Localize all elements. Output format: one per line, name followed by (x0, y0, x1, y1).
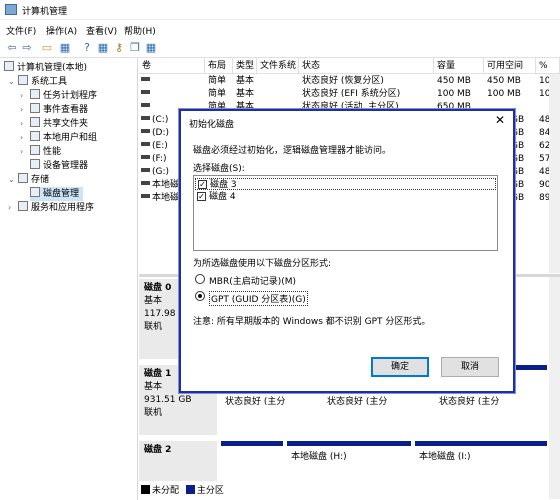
computer-management-icon (5, 4, 17, 15)
help-icon[interactable]: ? (80, 41, 94, 55)
chevron-right-icon[interactable]: › (20, 89, 28, 103)
menu-action[interactable]: 操作(A) (46, 24, 77, 37)
shared-folder-icon (30, 117, 40, 127)
chevron-right-icon[interactable]: › (20, 131, 28, 145)
tree-item-shared-folders[interactable]: › 共享文件夹 (20, 117, 88, 131)
disk-2-partition-i[interactable]: 本地磁盘 (I:) (415, 441, 547, 471)
device-manager-icon (30, 159, 40, 169)
gpt-compat-note: 注意: 所有早期版本的 Windows 都不识别 GPT 分区形式。 (193, 317, 431, 327)
volume-icon (141, 116, 150, 120)
primary-partition-swatch (185, 485, 195, 494)
tree-item-local-users-groups[interactable]: › 本地用户和组 (20, 131, 97, 145)
legend: 未分配 主分区 (141, 483, 224, 496)
menu-bar: 文件(F) 操作(A) 查看(V) 帮助(H) (0, 20, 560, 38)
chevron-down-icon[interactable]: ⌄ (8, 173, 16, 187)
forward-arrow-icon[interactable]: ⇨ (20, 41, 34, 55)
users-icon (30, 131, 40, 141)
mbr-radio[interactable] (195, 274, 205, 284)
gpt-radio[interactable] (195, 291, 205, 301)
menu-help[interactable]: 帮助(H) (124, 24, 156, 37)
computer-icon (4, 61, 14, 71)
copy-icon[interactable]: ❐ (128, 41, 142, 55)
column-header-percent[interactable]: % (536, 58, 560, 74)
tree-item-system-tools[interactable]: ⌄ 系统工具 (8, 75, 67, 89)
column-header-filesystem[interactable]: 文件系统 (257, 58, 299, 74)
chevron-right-icon[interactable]: › (20, 103, 28, 117)
disk-list-item-3[interactable]: ✓ 磁盘 3 (195, 178, 496, 190)
volume-icon (141, 181, 150, 185)
grid-icon[interactable]: ▦ (96, 41, 110, 55)
volume-icon (141, 155, 150, 159)
table-row[interactable]: 简单 基本 状态良好 (EFI 系统分区) 100 MB 100 MB 10 (139, 88, 560, 101)
column-header-volume[interactable]: 卷 (139, 58, 205, 74)
volume-icon (141, 129, 150, 133)
chevron-right-icon[interactable]: › (20, 117, 28, 131)
key-icon[interactable]: ⚷ (112, 41, 126, 55)
close-icon[interactable]: ✕ (493, 113, 507, 127)
column-header-type[interactable]: 类型 (233, 58, 257, 74)
grid-icon[interactable]: ▦ (144, 41, 158, 55)
gpt-option-label[interactable]: GPT (GUID 分区表)(G) (209, 291, 308, 306)
column-header-status[interactable]: 状态 (299, 58, 434, 74)
volume-icon (141, 103, 150, 107)
back-arrow-icon[interactable]: ⇦ (5, 41, 19, 55)
tree-item-performance[interactable]: › 性能 (20, 145, 61, 159)
event-log-icon (30, 103, 40, 113)
dialog-intro: 磁盘必须经过初始化，逻辑磁盘管理器才能访问。 (193, 146, 392, 156)
storage-icon (18, 173, 28, 183)
grid-icon[interactable]: ▦ (58, 41, 72, 55)
table-row[interactable]: 简单 基本 状态良好 (恢复分区) 450 MB 450 MB 10 (139, 75, 560, 88)
volume-list-scrollbar[interactable] (549, 74, 560, 273)
tree-item-storage[interactable]: ⌄ 存储 (8, 173, 49, 187)
title-bar: 计算机管理 (0, 0, 560, 20)
ok-button[interactable]: 确定 (371, 357, 429, 377)
tree-item-event-viewer[interactable]: › 事件查看器 (20, 103, 88, 117)
menu-file[interactable]: 文件(F) (6, 24, 36, 37)
disk-2-partition-h[interactable]: 本地磁盘 (H:) (287, 441, 411, 471)
volume-icon (141, 77, 150, 81)
initialize-disk-dialog: 初始化磁盘 ✕ 磁盘必须经过初始化，逻辑磁盘管理器才能访问。 选择磁盘(S): … (179, 109, 515, 393)
chevron-right-icon[interactable]: › (20, 145, 28, 159)
volume-icon (141, 194, 150, 198)
tree-item-task-scheduler[interactable]: › 任务计划程序 (20, 89, 97, 103)
disk-2-partition-1[interactable] (221, 441, 283, 471)
cancel-button[interactable]: 取消 (441, 357, 499, 377)
disk-2-label[interactable]: 磁盘 2 (139, 441, 217, 481)
toolbar: ⇦ ⇨ ▭ ▦ ? ▦ ⚷ ❐ ▦ (0, 38, 560, 58)
menu-view[interactable]: 查看(V) (86, 24, 117, 37)
tree-item-computer-management[interactable]: 计算机管理(本地) (4, 61, 87, 75)
volume-icon (141, 90, 150, 94)
column-header-layout[interactable]: 布局 (205, 58, 233, 74)
dialog-title: 初始化磁盘 (189, 120, 235, 130)
disk-3-checkbox[interactable]: ✓ (198, 180, 207, 189)
volume-icon (141, 168, 150, 172)
volume-icon (141, 142, 150, 146)
services-icon (18, 201, 28, 211)
tree-item-services-applications[interactable]: › 服务和应用程序 (8, 201, 94, 215)
disk-list-item-4[interactable]: ✓ 磁盘 4 (195, 191, 496, 203)
column-header-capacity[interactable]: 容量 (434, 58, 484, 74)
disk-4-checkbox[interactable]: ✓ (197, 192, 206, 201)
partition-style-label: 为所选磁盘使用以下磁盘分区形式: (193, 259, 332, 269)
window-title: 计算机管理 (22, 7, 68, 17)
mbr-option-label[interactable]: MBR(主启动记录)(M) (209, 274, 296, 287)
disk-pane-scrollbar[interactable] (549, 277, 560, 499)
disk-management-icon (30, 187, 40, 197)
disk-selection-list: ✓ 磁盘 3 ✓ 磁盘 4 (193, 175, 498, 251)
computer-management-window: 计算机管理 文件(F) 操作(A) 查看(V) 帮助(H) ⇦ ⇨ ▭ ▦ ? … (0, 0, 560, 500)
tree-item-device-manager[interactable]: 设备管理器 (30, 159, 88, 173)
unallocated-swatch (141, 485, 150, 494)
navigation-tree: 计算机管理(本地) ⌄ 系统工具 › 任务计划程序 › 事件查看器 › 共享文件夹 › 本… (0, 58, 138, 500)
tools-icon (18, 75, 28, 85)
chevron-right-icon[interactable]: › (8, 201, 16, 215)
performance-icon (30, 145, 40, 155)
select-disk-label: 选择磁盘(S): (193, 164, 245, 174)
chevron-down-icon[interactable]: ⌄ (8, 75, 16, 89)
folder-icon[interactable]: ▭ (40, 41, 54, 55)
column-header-free-space[interactable]: 可用空间 (484, 58, 536, 74)
tree-item-disk-management[interactable]: 磁盘管理 (30, 187, 84, 201)
clock-icon (30, 89, 40, 99)
